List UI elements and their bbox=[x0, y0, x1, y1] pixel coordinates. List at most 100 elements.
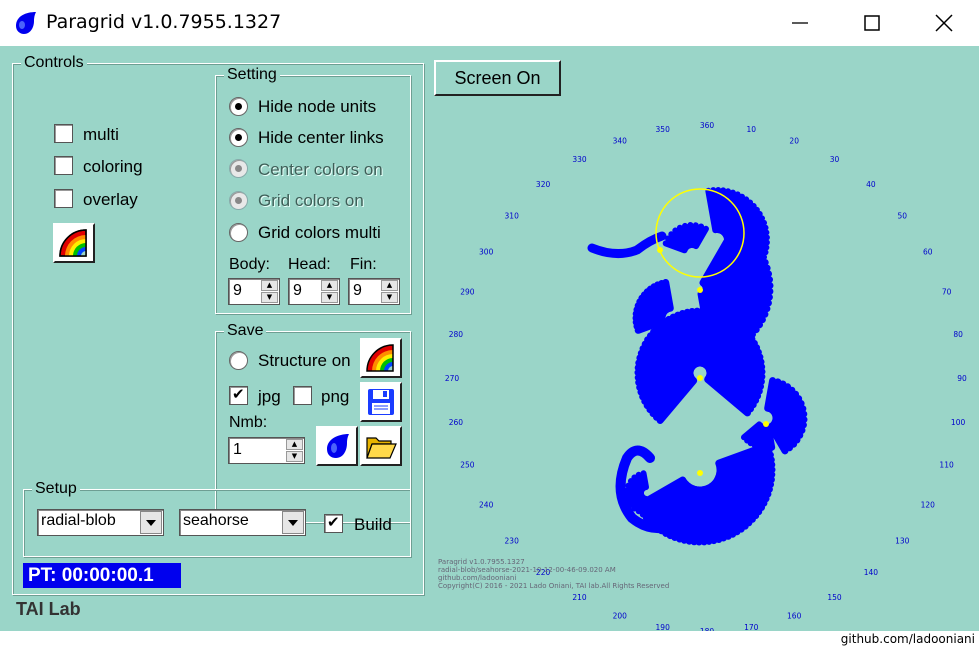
angle-label: 210 bbox=[572, 593, 587, 602]
angle-label: 280 bbox=[449, 330, 464, 339]
rainbow-icon bbox=[59, 229, 87, 257]
setting-title: Setting bbox=[224, 65, 280, 85]
build-checkbox[interactable]: ✔ bbox=[324, 514, 343, 533]
coloring-checkbox[interactable] bbox=[54, 156, 73, 175]
head-label: Head: bbox=[288, 256, 331, 273]
build-label: Build bbox=[354, 515, 392, 534]
angle-label: 10 bbox=[747, 125, 757, 134]
angle-label: 70 bbox=[942, 288, 952, 297]
angle-label: 190 bbox=[656, 623, 671, 631]
angle-label: 250 bbox=[460, 461, 475, 470]
spin-down-icon[interactable]: ▼ bbox=[261, 292, 278, 303]
open-folder-button[interactable] bbox=[360, 426, 402, 466]
angle-label: 90 bbox=[957, 374, 967, 383]
body-value: 9 bbox=[233, 282, 242, 299]
angle-label: 330 bbox=[572, 155, 587, 164]
hide-center-links-radio[interactable] bbox=[229, 128, 248, 147]
angle-label: 320 bbox=[536, 180, 551, 189]
fin-spinner[interactable]: 9 ▲ ▼ bbox=[348, 278, 400, 305]
center-dot bbox=[763, 421, 769, 427]
angle-label: 120 bbox=[921, 501, 936, 510]
jpg-label: jpg bbox=[258, 387, 281, 406]
angle-label: 110 bbox=[939, 461, 954, 470]
maximize-icon bbox=[864, 15, 880, 31]
nmb-spinner[interactable]: 1 ▲ ▼ bbox=[228, 437, 305, 464]
structure-on-label: Structure on bbox=[258, 351, 351, 370]
close-button[interactable] bbox=[909, 0, 979, 46]
center-colors-radio[interactable] bbox=[229, 159, 248, 178]
mode-dropdown[interactable]: radial-blob bbox=[37, 509, 164, 536]
maximize-button[interactable] bbox=[837, 0, 907, 46]
fin-label: Fin: bbox=[350, 256, 377, 273]
angle-label: 30 bbox=[830, 155, 840, 164]
save-image-button[interactable] bbox=[360, 382, 402, 422]
multi-label: multi bbox=[83, 125, 119, 144]
center-colors-label: Center colors on bbox=[258, 160, 383, 179]
nmb-value: 1 bbox=[233, 441, 242, 458]
fin-value: 9 bbox=[353, 282, 362, 299]
screen-on-button[interactable]: Screen On bbox=[434, 60, 561, 96]
head-spinner[interactable]: 9 ▲ ▼ bbox=[288, 278, 340, 305]
angle-label: 310 bbox=[505, 211, 520, 220]
angle-label: 100 bbox=[951, 418, 966, 427]
spin-up-icon[interactable]: ▲ bbox=[286, 439, 303, 450]
spin-down-icon[interactable]: ▼ bbox=[321, 292, 338, 303]
body-spinner[interactable]: 9 ▲ ▼ bbox=[228, 278, 280, 305]
setup-title: Setup bbox=[32, 479, 80, 499]
spin-up-icon[interactable]: ▲ bbox=[381, 280, 398, 291]
center-dot bbox=[697, 287, 703, 293]
angle-label: 340 bbox=[613, 136, 628, 145]
chevron-down-icon[interactable] bbox=[282, 511, 304, 534]
angle-label: 360 bbox=[700, 121, 715, 130]
grid-colors-radio[interactable] bbox=[229, 191, 248, 210]
grid-colors-label: Grid colors on bbox=[258, 191, 364, 210]
drop-icon bbox=[16, 12, 36, 34]
hide-node-units-label: Hide node units bbox=[258, 97, 377, 116]
elapsed-time: PT: 00:00:00.1 bbox=[23, 563, 181, 588]
angle-label: 40 bbox=[866, 180, 876, 189]
angle-label: 270 bbox=[445, 374, 460, 383]
hide-center-links-label: Hide center links bbox=[258, 128, 384, 147]
blob-spoke bbox=[640, 470, 649, 491]
spin-down-icon[interactable]: ▼ bbox=[381, 292, 398, 303]
png-checkbox[interactable] bbox=[293, 386, 312, 405]
save-title: Save bbox=[224, 321, 267, 341]
save-structure-button[interactable] bbox=[360, 338, 402, 378]
angle-label: 240 bbox=[479, 501, 494, 510]
minimize-button[interactable] bbox=[765, 0, 835, 46]
spin-up-icon[interactable]: ▲ bbox=[321, 280, 338, 291]
angle-label: 230 bbox=[505, 537, 520, 546]
blob-spoke bbox=[662, 279, 674, 312]
body-label: Body: bbox=[229, 256, 270, 273]
folder-icon bbox=[366, 437, 397, 459]
floppy-disk-icon bbox=[368, 389, 394, 415]
footer-link: github.com/ladooniani bbox=[840, 632, 975, 646]
grid-colors-multi-radio[interactable] bbox=[229, 223, 248, 242]
chevron-down-icon[interactable] bbox=[140, 511, 162, 534]
spin-down-icon[interactable]: ▼ bbox=[286, 451, 303, 462]
angle-label: 140 bbox=[864, 568, 879, 577]
rainbow-icon bbox=[366, 344, 394, 372]
structure-on-radio[interactable] bbox=[229, 351, 248, 370]
angle-label: 150 bbox=[827, 593, 842, 602]
angle-label: 20 bbox=[789, 136, 799, 145]
shape-value: seahorse bbox=[183, 512, 249, 529]
angle-label: 290 bbox=[460, 288, 475, 297]
drop-button[interactable] bbox=[316, 426, 358, 466]
multi-checkbox[interactable] bbox=[54, 124, 73, 143]
jpg-checkbox[interactable]: ✔ bbox=[229, 386, 248, 405]
hide-node-units-radio[interactable] bbox=[229, 97, 248, 116]
palette-button[interactable] bbox=[53, 223, 95, 263]
seahorse-canvas[interactable]: 360 10 20 30 40 50 60 70 80 90 100 110 120 130 140 150 1… bbox=[432, 98, 979, 631]
overlay-label: overlay bbox=[83, 190, 138, 209]
credit-line: radial-blob/seahorse-2021-10-12-00-46-09… bbox=[438, 566, 616, 574]
center-dot bbox=[697, 470, 703, 476]
angle-label: 130 bbox=[895, 537, 910, 546]
drop-icon bbox=[327, 434, 349, 458]
overlay-checkbox[interactable] bbox=[54, 189, 73, 208]
png-label: png bbox=[321, 387, 350, 406]
credit-line: github.com/ladooniani bbox=[438, 574, 517, 582]
shape-dropdown[interactable]: seahorse bbox=[179, 509, 306, 536]
spin-up-icon[interactable]: ▲ bbox=[261, 280, 278, 291]
lab-label: TAI Lab bbox=[16, 599, 81, 619]
